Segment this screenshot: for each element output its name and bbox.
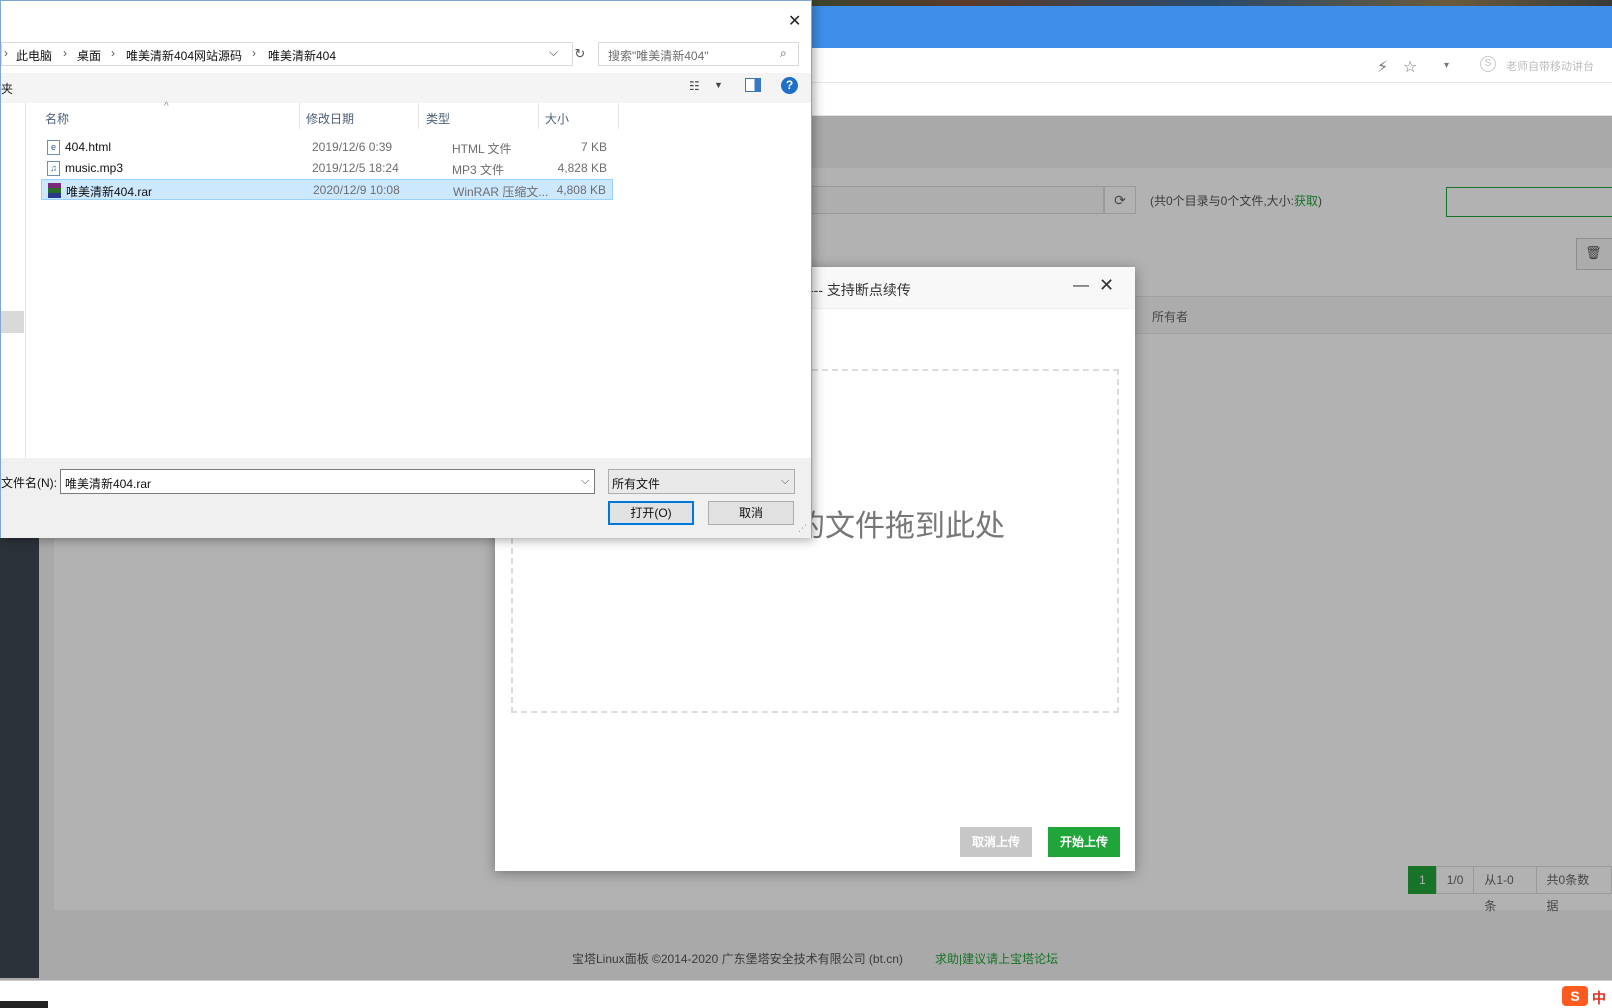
breadcrumb-item[interactable]: 唯美清新404网站源码	[126, 47, 242, 64]
column-divider[interactable]	[418, 103, 419, 129]
ime-chinese-mode-icon[interactable]: 中	[1592, 988, 1606, 1008]
column-size[interactable]: 大小	[545, 110, 569, 127]
cancel-button[interactable]: 取消	[708, 501, 794, 525]
breadcrumb-item[interactable]: 此电脑	[16, 47, 52, 64]
file-type: MP3 文件	[452, 163, 505, 177]
file-size: 4,828 KB	[557, 161, 607, 175]
file-row-selected[interactable]: 唯美清新404.rar 2020/12/9 10:08 WinRAR 压缩文..…	[41, 179, 613, 200]
file-size: 7 KB	[580, 140, 607, 154]
html-file-icon: e	[47, 140, 60, 155]
chevron-down-icon[interactable]: ⌵	[581, 475, 589, 488]
column-date[interactable]: 修改日期	[306, 110, 354, 127]
file-type: WinRAR 压缩文...	[453, 185, 549, 199]
chevron-down-icon[interactable]: ⌵	[781, 475, 789, 488]
sogou-ime-icon[interactable]: S	[1562, 986, 1588, 1006]
breadcrumb-item[interactable]: 唯美清新404	[268, 47, 336, 64]
navigation-pane[interactable]	[1, 103, 26, 458]
chevron-down-icon[interactable]: ▼	[714, 80, 723, 90]
breadcrumb-separator-icon[interactable]: ›	[111, 46, 115, 60]
address-bar[interactable]: › 此电脑 › 桌面 › 唯美清新404网站源码 › 唯美清新404	[1, 42, 573, 66]
file-type: HTML 文件	[452, 142, 512, 156]
minimize-icon[interactable]: —	[1073, 277, 1089, 295]
search-icon[interactable]: ⌕	[780, 46, 787, 61]
view-options-icon[interactable]: ☷	[689, 79, 700, 93]
column-type[interactable]: 类型	[426, 110, 450, 127]
file-date: 2019/12/6 0:39	[312, 140, 393, 154]
file-name: music.mp3	[65, 161, 124, 175]
file-list: ^ 名称 修改日期 类型 大小 e 404.html 2019/12/6 0:3…	[27, 101, 811, 458]
taskbar-start-area[interactable]	[0, 1001, 48, 1008]
search-placeholder: 搜索"唯美清新404"	[608, 49, 709, 63]
folder-search-input[interactable]: 搜索"唯美清新404" ⌕	[598, 42, 799, 66]
chevron-down-icon[interactable]: ⌵	[549, 45, 558, 60]
filename-label: 文件名(N):	[1, 476, 57, 490]
lightning-icon[interactable]: ⚡	[1377, 57, 1388, 77]
toolbar-extra-label[interactable]: 老师自带移动讲台	[1506, 58, 1594, 74]
close-icon[interactable]: ✕	[788, 11, 801, 31]
sort-ascending-icon: ^	[164, 101, 169, 112]
file-date: 2020/12/9 10:08	[313, 183, 400, 197]
drop-zone-text: 的文件拖到此处	[795, 510, 1005, 543]
filetype-select[interactable]: 所有文件 ⌵	[608, 469, 795, 494]
refresh-icon[interactable]: ↻	[571, 43, 589, 65]
open-file-dialog: ✕ › 此电脑 › 桌面 › 唯美清新404网站源码 › 唯美清新404 ⌵ ↻…	[0, 0, 812, 538]
taskbar	[0, 980, 1612, 1008]
breadcrumb-item[interactable]: 桌面	[77, 47, 101, 64]
filename-value[interactable]: 唯美清新404.rar	[65, 475, 151, 492]
sogou-s-icon[interactable]: S	[1480, 56, 1496, 72]
start-upload-button[interactable]: 开始上传	[1048, 827, 1120, 857]
close-icon[interactable]: ✕	[1099, 275, 1114, 296]
preview-pane-icon[interactable]	[745, 78, 761, 92]
file-row[interactable]: ♫ music.mp3 2019/12/5 18:24 MP3 文件 4,828…	[41, 158, 613, 179]
modal-title: 】--- 支持断点续传	[795, 282, 911, 298]
breadcrumb-separator-icon: ›	[4, 46, 8, 60]
rar-archive-icon	[48, 183, 61, 198]
column-divider[interactable]	[299, 103, 300, 129]
file-name: 404.html	[65, 140, 112, 154]
star-icon[interactable]: ☆	[1403, 57, 1417, 77]
chevron-down-icon[interactable]: ▾	[1444, 60, 1449, 71]
dialog-bottom-bar: 文件名(N): 唯美清新404.rar ⌵ 所有文件 ⌵ 打开(O) 取消 ⋰	[1, 458, 811, 538]
filetype-value: 所有文件	[612, 477, 661, 491]
file-name: 唯美清新404.rar	[66, 185, 153, 199]
open-button[interactable]: 打开(O)	[608, 501, 694, 525]
breadcrumb-separator-icon[interactable]: ›	[63, 46, 67, 60]
cancel-upload-button[interactable]: 取消上传	[960, 827, 1032, 857]
command-bar: 夹 ☷ ▼ ?	[1, 73, 811, 103]
file-date: 2019/12/5 18:24	[312, 161, 399, 175]
audio-file-icon: ♫	[47, 161, 60, 176]
column-divider[interactable]	[618, 103, 619, 129]
new-folder-button[interactable]: 夹	[1, 80, 13, 97]
file-size: 4,808 KB	[556, 183, 606, 197]
column-name[interactable]: 名称	[45, 110, 69, 127]
resize-grip-icon[interactable]: ⋰	[798, 523, 807, 534]
nav-selected-item[interactable]	[1, 311, 24, 333]
breadcrumb-separator-icon[interactable]: ›	[252, 46, 256, 60]
filename-input[interactable]: 唯美清新404.rar ⌵	[60, 469, 595, 494]
column-divider[interactable]	[538, 103, 539, 129]
help-icon[interactable]: ?	[781, 77, 798, 94]
file-row[interactable]: e 404.html 2019/12/6 0:39 HTML 文件 7 KB	[41, 137, 613, 158]
